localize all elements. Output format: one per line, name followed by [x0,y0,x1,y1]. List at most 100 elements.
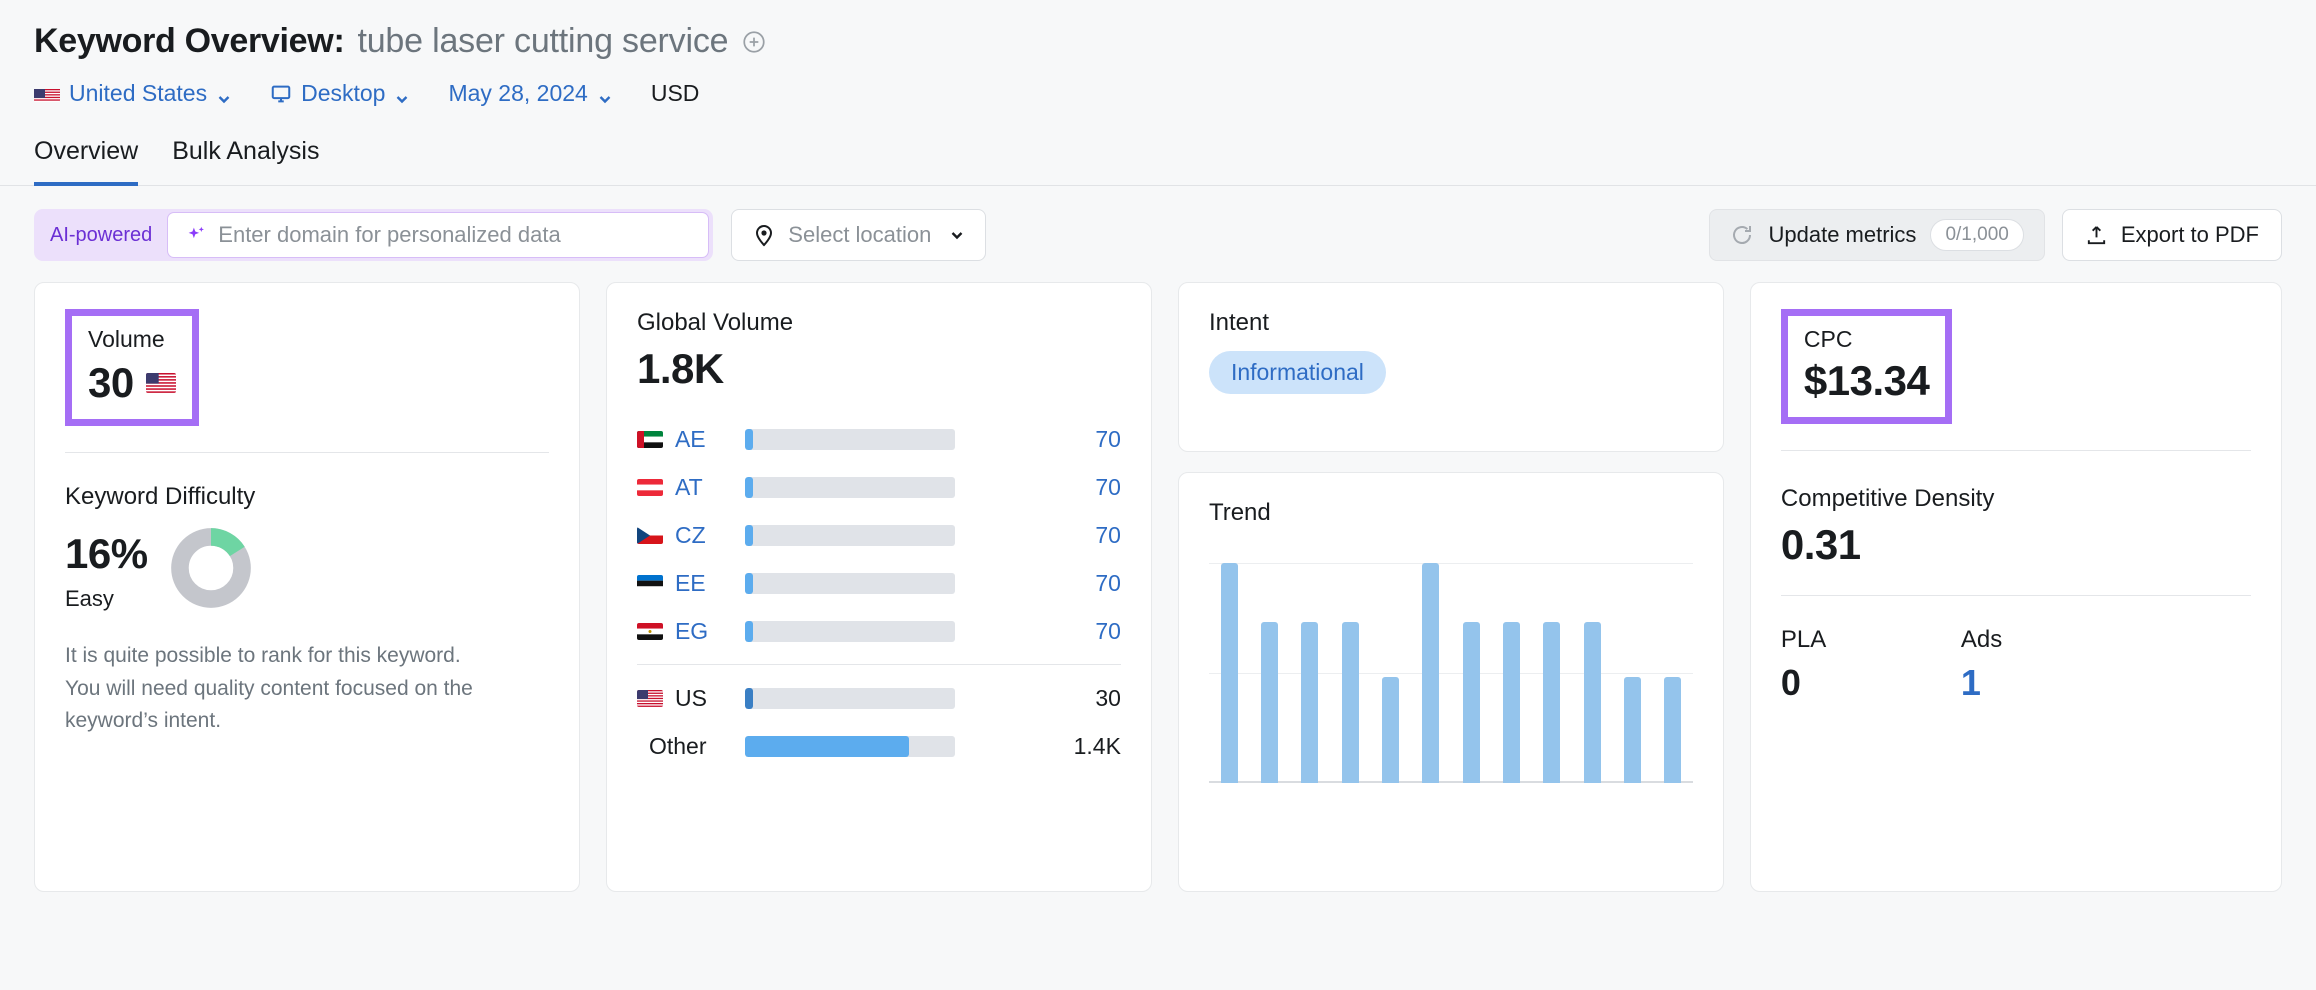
country-label: United States [69,80,208,106]
chevron-down-icon [394,86,410,103]
domain-input[interactable] [218,222,691,248]
country-cell: CZ [636,522,745,549]
cz-flag-icon [636,526,663,544]
location-pin-icon [752,223,776,247]
pla-label: PLA [1780,626,1827,653]
global-volume-row: EG 70 [636,607,1121,655]
location-selector[interactable]: Select location [731,209,987,261]
intent-card: Intent Informational [1177,282,1724,452]
intent-badge[interactable]: Informational [1208,351,1386,394]
trend-bar[interactable] [1422,563,1440,783]
country-code-ae[interactable]: AE [675,426,706,453]
country-code-eg[interactable]: EG [675,618,708,645]
trend-bar[interactable] [1502,622,1520,783]
volume-value-row: 30 [88,359,176,407]
volume-bar-track [744,524,955,546]
monitor-icon [270,83,292,105]
country-code-cz[interactable]: CZ [675,522,706,549]
trend-bar-cell [1532,563,1572,783]
competitive-density-value: 0.31 [1780,521,1861,568]
trend-bar[interactable] [1341,622,1359,783]
domain-input-wrapper[interactable] [167,212,710,258]
header-filters: United States Desktop May 28, 2024 USD [34,80,2282,107]
volume-bar-value[interactable]: 70 [1095,426,1121,453]
volume-bar-track [744,620,955,642]
trend-bar[interactable] [1260,622,1278,783]
volume-bar-fill [744,428,754,450]
trend-bar[interactable] [1543,622,1561,783]
keyword-difficulty-text: 16% Easy [65,530,148,612]
tab-overview[interactable]: Overview [34,137,139,186]
ai-powered-badge: AI-powered [50,223,153,246]
global-volume-label: Global Volume [636,309,794,336]
tab-bulk-analysis[interactable]: Bulk Analysis [172,137,319,186]
ads-value[interactable]: 1 [1961,662,2141,704]
plus-circle-icon[interactable] [741,29,767,55]
country-cell: Other [637,733,745,760]
export-pdf-label: Export to PDF [2120,222,2259,247]
trend-bar[interactable] [1381,677,1399,783]
volume-bar-track [744,476,955,498]
toolbar-actions: Update metrics 0/1,000 Export to PDF [1709,209,2282,261]
cpc-value: $13.34 [1803,357,1930,404]
country-cell: EE [636,570,745,597]
device-label: Desktop [301,80,386,106]
country-code-us: US [674,684,707,711]
volume-bar-fill [744,620,754,642]
sparkle-icon [186,225,207,246]
trend-bar[interactable] [1623,677,1641,783]
trend-bar-cell [1370,563,1410,783]
volume-bar-fill [744,687,754,709]
volume-bar-fill [744,476,754,498]
divider [636,664,1121,665]
trend-bar[interactable] [1583,622,1601,783]
global-volume-row: AT 70 [636,463,1121,511]
country-code-other: Other [648,732,707,759]
global-volume-column: Global Volume 1.8K AE 70 AT 70 CZ 70 EE 70 EG 70 … [605,282,1152,892]
ai-domain-group: AI-powered [34,209,714,261]
trend-bar-cell [1330,563,1370,783]
export-pdf-button[interactable]: Export to PDF [2061,209,2282,261]
keyword-difficulty-percent: 16% [65,529,148,577]
volume-bar-value[interactable]: 70 [1095,522,1121,549]
volume-bar-fill [744,735,909,757]
update-metrics-button[interactable]: Update metrics 0/1,000 [1709,209,2045,261]
trend-bar[interactable] [1462,622,1480,783]
location-label: Select location [788,222,932,247]
divider [65,452,549,453]
intent-trend-column: Intent Informational Trend [1177,282,1724,892]
volume-value: 30 [88,359,134,406]
keyword-difficulty-description: It is quite possible to rank for this ke… [65,644,473,733]
country-selector[interactable]: United States [34,80,232,107]
volume-bar-track [744,735,955,757]
us-flag-icon [636,689,663,707]
country-code-at[interactable]: AT [675,474,703,501]
volume-bar-value[interactable]: 70 [1095,618,1121,645]
volume-label: Volume [88,326,165,352]
trend-bar[interactable] [1220,563,1238,783]
at-flag-icon [636,478,663,496]
trend-card: Trend [1177,472,1724,892]
volume-bar-value[interactable]: 70 [1095,570,1121,597]
trend-bar[interactable] [1664,677,1682,783]
global-volume-row: AE 70 [636,415,1121,463]
volume-bar-track [744,428,955,450]
chevron-down-icon [597,86,613,103]
trend-bar[interactable] [1301,622,1319,783]
refresh-icon [1730,223,1754,247]
intent-label: Intent [1208,309,1269,336]
global-volume-summary-rows: US 30 Other 1.4K [636,674,1121,770]
volume-bar-value[interactable]: 70 [1095,474,1121,501]
divider [1780,450,2252,451]
date-selector[interactable]: May 28, 2024 [448,80,612,107]
us-flag-icon [34,85,60,102]
country-code-ee[interactable]: EE [675,570,706,597]
country-cell: AT [636,474,745,501]
ads-label: Ads [1960,626,2003,653]
trend-bar-cell [1491,563,1531,783]
page-header: Keyword Overview: tube laser cutting ser… [0,0,2316,107]
trend-bar-cell [1411,563,1451,783]
device-selector[interactable]: Desktop [270,80,410,107]
trend-bar-cell [1209,563,1249,783]
global-volume-card: Global Volume 1.8K AE 70 AT 70 CZ 70 EE 70 EG 70 … [605,282,1152,892]
